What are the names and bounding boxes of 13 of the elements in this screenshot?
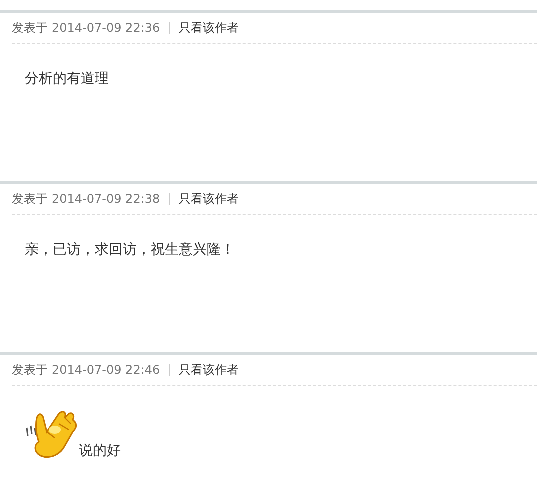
- post-content: 分析的有道理: [25, 70, 109, 88]
- post-content: 说的好: [79, 442, 121, 460]
- posted-label: 发表于: [12, 362, 48, 378]
- posted-label: 发表于: [12, 20, 48, 36]
- author-only-link[interactable]: 只看该作者: [179, 190, 240, 208]
- author-only-link[interactable]: 只看该作者: [179, 362, 240, 378]
- posted-label: 发表于: [12, 190, 48, 208]
- post-time: 2014-07-09 22:38: [52, 192, 160, 206]
- author-only-link[interactable]: 只看该作者: [179, 20, 240, 36]
- clapping-hands-icon: [25, 408, 79, 460]
- post-time: 2014-07-09 22:36: [52, 21, 160, 35]
- post-time: 2014-07-09 22:46: [52, 363, 160, 377]
- post-content: 亲，已访，求回访，祝生意兴隆！: [25, 241, 235, 259]
